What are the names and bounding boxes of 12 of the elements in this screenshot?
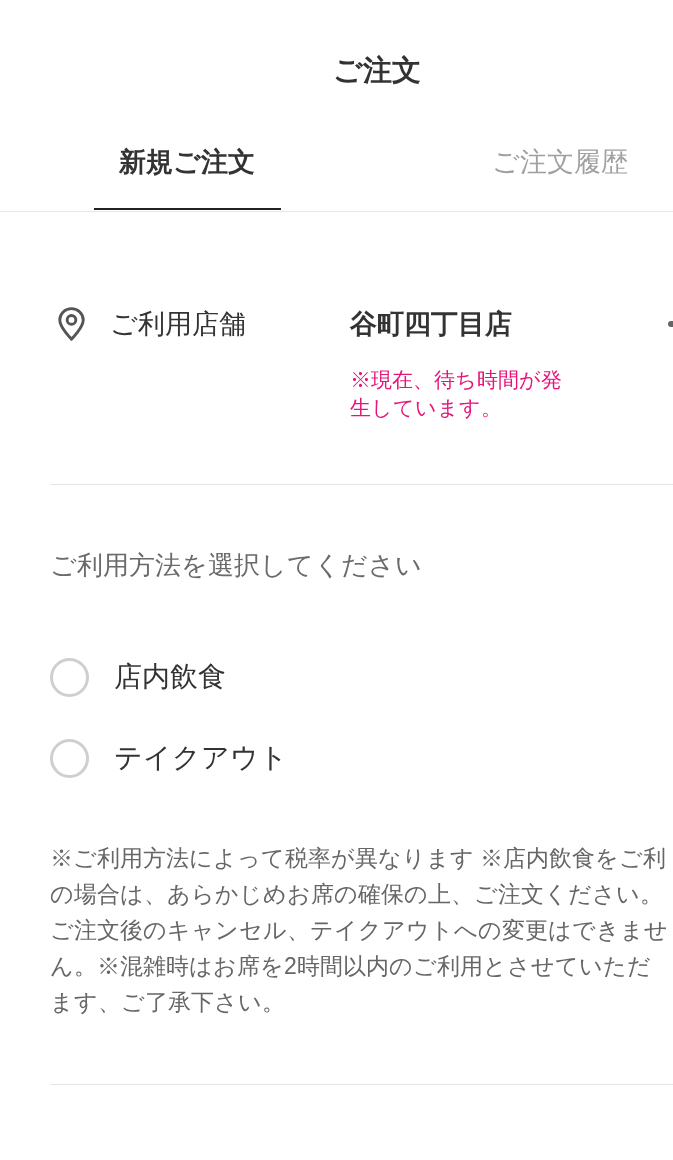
page-title: ご注文 <box>332 53 421 88</box>
store-label: ご利用店舗 <box>110 309 247 339</box>
radio-label[interactable]: 店内飲食 <box>114 659 226 695</box>
radio-button[interactable] <box>50 738 89 778</box>
radio-button[interactable] <box>50 657 89 697</box>
usage-note: ※ご利用方法によって税率が異なります ※店内飲食をご利 の場合は、あらかじめお席の確保の上、ご注文ください。 ご注文後のキャンセル、テイクアウトへの変更はできませ ん。※混雑時はお席を2時間以内のご利用とさせていただ ます、ご了承下さい。 <box>50 844 668 1017</box>
store-name[interactable]: 谷町四丁目店 <box>350 309 562 339</box>
map-pin-icon <box>57 307 86 341</box>
usage-prompt: ご利用方法を選択してください <box>50 549 422 582</box>
wait-time-notice: ※現在、待ち時間が発 生しています。 <box>350 367 562 421</box>
tab[interactable]: 新規ご注文 <box>0 116 374 211</box>
radio-label[interactable]: テイクアウト <box>114 740 288 776</box>
